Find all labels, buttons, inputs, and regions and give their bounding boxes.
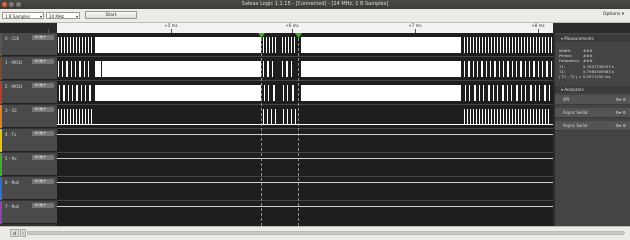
channel-settings-button[interactable]: ⚙ ▤ ▾ xyxy=(32,83,54,88)
bottom-bar: ☌ ‹ xyxy=(0,226,630,240)
channel-label: 1 - MISO xyxy=(5,60,22,65)
ruler-tick: +4 ms xyxy=(41,23,55,28)
analyzer-item[interactable]: Async Serial ⚙▾ ⚙ xyxy=(555,108,630,118)
channel-row-7[interactable]: 7 - Null ⚙ ▤ ▾ xyxy=(0,201,57,224)
title-bar: Saleae Logic 1.1.15 - [Connected] - [24 … xyxy=(0,0,630,9)
options-menu[interactable]: Options ▾ xyxy=(603,12,624,17)
channel-color-swatch xyxy=(0,177,2,200)
channel-settings-button[interactable]: ⚙ ▤ ▾ xyxy=(32,35,54,40)
channel-row-5[interactable]: 5 - Rx ⚙ ▤ ▾ xyxy=(0,153,57,176)
timing-markers[interactable] xyxy=(258,33,302,226)
chevron-down-icon: ▾ xyxy=(75,14,78,19)
scroll-left-icon[interactable]: ‹ xyxy=(20,229,26,237)
channel-color-swatch xyxy=(0,129,2,152)
waveform-svg xyxy=(57,33,553,226)
waveform-ss xyxy=(57,109,553,125)
gear-icon: ⚙ ▤ ▾ xyxy=(35,155,46,159)
frequency-value: ### xyxy=(583,58,593,63)
channel-label: 5 - Rx xyxy=(5,156,17,161)
channel-separators xyxy=(57,56,553,201)
start-button[interactable]: Start xyxy=(85,11,137,19)
horizontal-scrollbar[interactable] xyxy=(27,231,625,235)
channel-label: 3 - SS xyxy=(5,108,17,113)
channel-row-4[interactable]: 4 - Tx ⚙ ▤ ▾ xyxy=(0,129,57,152)
delta-label: | T1 - T2 | = xyxy=(559,74,582,79)
channel-settings-button[interactable]: ⚙ ▤ ▾ xyxy=(32,155,54,160)
marker-t2-flag-icon[interactable] xyxy=(295,33,302,38)
right-panel: ▾ Measurements Width: ### Period: ### Fr… xyxy=(555,33,630,226)
toolbar: 1 B Samples ▾ 24 MHz ▾ Start Options ▾ xyxy=(0,9,630,23)
channel-color-swatch xyxy=(0,81,2,104)
analyzers-title: Analyzers xyxy=(564,87,584,92)
channel-row-1[interactable]: 1 - MISO ⚙ ▤ ▾ xyxy=(0,57,57,80)
analyzer-label: SPI xyxy=(563,97,570,102)
analyzer-settings-icon[interactable]: ⚙▾ ⚙ xyxy=(616,108,626,118)
channel-settings-button[interactable]: ⚙ ▤ ▾ xyxy=(32,203,54,208)
waveform-miso xyxy=(58,61,552,77)
gear-icon: ⚙ ▤ ▾ xyxy=(35,203,46,207)
channel-label: 4 - Tx xyxy=(5,132,17,137)
chevron-down-icon: ▾ xyxy=(39,14,42,19)
channel-settings-button[interactable]: ⚙ ▤ ▾ xyxy=(32,179,54,184)
channel-settings-button[interactable]: ⚙ ▤ ▾ xyxy=(32,59,54,64)
ruler-tick: +6 ms xyxy=(285,23,299,28)
channel-color-swatch xyxy=(0,153,2,176)
rate-value: 24 MHz xyxy=(49,14,64,19)
channel-settings-button[interactable]: ⚙ ▤ ▾ xyxy=(32,107,54,112)
scrollbar-thumb[interactable] xyxy=(28,232,625,234)
frequency-label: Frequency: xyxy=(559,58,580,63)
analyzer-item[interactable]: SPI ⚙▾ ⚙ xyxy=(555,95,630,105)
waveform-area[interactable] xyxy=(57,33,553,226)
analyzer-label: Async Serial xyxy=(563,110,588,115)
samples-value: 1 B Samples xyxy=(5,14,30,19)
channel-row-3[interactable]: 3 - SS ⚙ ▤ ▾ xyxy=(0,105,57,128)
channel-color-swatch xyxy=(0,201,2,224)
waveform-clk xyxy=(58,37,552,53)
gear-icon: ⚙ ▤ ▾ xyxy=(35,59,46,63)
channel-row-6[interactable]: 6 - Null ⚙ ▤ ▾ xyxy=(0,177,57,200)
gear-icon: ⚙ ▤ ▾ xyxy=(35,107,46,111)
samples-select[interactable]: 1 B Samples ▾ xyxy=(2,12,44,19)
channel-label: 0 - CLK xyxy=(5,36,20,41)
measurements-title: Measurements xyxy=(564,36,594,41)
channel-row-0[interactable]: 0 - CLK ⚙ ▤ ▾ xyxy=(0,33,57,56)
channel-label: 2 - MOSI xyxy=(5,84,22,89)
measurements-header[interactable]: ▾ Measurements xyxy=(555,35,630,42)
analyzers-header[interactable]: ▾ Analyzers xyxy=(555,86,630,93)
channel-label: 6 - Null xyxy=(5,180,20,185)
ruler-tick: +7 ms xyxy=(408,23,422,28)
gear-icon: ⚙ ▤ ▾ xyxy=(35,131,46,135)
ruler-tick: +5 ms xyxy=(164,23,178,28)
gear-icon: ⚙ ▤ ▾ xyxy=(35,179,46,183)
gear-icon: ⚙ ▤ ▾ xyxy=(35,83,46,87)
analyzer-settings-icon[interactable]: ⚙▾ ⚙ xyxy=(616,121,626,131)
channel-color-swatch xyxy=(0,105,2,128)
channel-label: 7 - Null xyxy=(5,204,20,209)
channel-row-2[interactable]: 2 - MOSI ⚙ ▤ ▾ xyxy=(0,81,57,104)
gear-icon: ⚙ ▤ ▾ xyxy=(35,35,46,39)
zoom-icon[interactable]: ☌ xyxy=(10,229,19,237)
waveform-idle-lines xyxy=(57,134,553,207)
rate-select[interactable]: 24 MHz ▾ xyxy=(46,12,80,19)
analyzer-item[interactable]: Async Serial ⚙▾ ⚙ xyxy=(555,121,630,131)
channel-settings-button[interactable]: ⚙ ▤ ▾ xyxy=(32,131,54,136)
channel-panel: 0 - CLK ⚙ ▤ ▾ 1 - MISO ⚙ ▤ ▾ 2 - MOSI ⚙ … xyxy=(0,33,57,226)
ruler-tick: +8 ms xyxy=(531,23,545,28)
window-title: Saleae Logic 1.1.15 - [Connected] - [24 … xyxy=(241,1,389,7)
channel-color-swatch xyxy=(0,33,2,56)
channel-color-swatch xyxy=(0,57,2,80)
waveform-mosi xyxy=(59,85,550,101)
analyzer-label: Async Serial xyxy=(563,123,588,128)
delta-value: 0.2971250 ms xyxy=(583,74,611,79)
analyzer-settings-icon[interactable]: ⚙▾ ⚙ xyxy=(616,95,626,105)
